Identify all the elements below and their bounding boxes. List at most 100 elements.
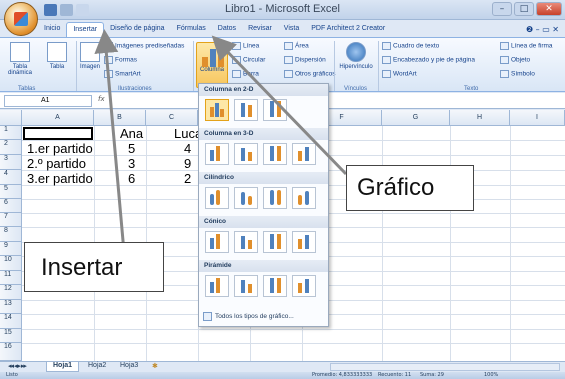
- row-header[interactable]: 4: [0, 170, 22, 185]
- line-chart-button[interactable]: Línea: [232, 42, 259, 50]
- smartart-button[interactable]: SmartArt: [104, 70, 141, 78]
- cell-c3[interactable]: 9: [184, 156, 191, 171]
- stacked-100-column-3d-icon[interactable]: [263, 143, 287, 165]
- stacked-100-cone-icon[interactable]: [263, 231, 287, 253]
- object-button[interactable]: Objeto: [500, 56, 530, 64]
- area-chart-button[interactable]: Área: [284, 42, 309, 50]
- help-icons[interactable]: ❷ – ▭ ✕: [526, 25, 559, 34]
- sheet-tab-hoja2[interactable]: Hoja2: [82, 362, 112, 372]
- tab-formulas[interactable]: Fórmulas: [171, 22, 212, 38]
- tab-inicio[interactable]: Inicio: [38, 22, 66, 38]
- shapes-button[interactable]: Formas: [104, 56, 137, 64]
- stacked-column-icon[interactable]: [234, 99, 258, 121]
- row-header[interactable]: 9: [0, 242, 22, 256]
- bar-chart-button[interactable]: Barra: [232, 70, 259, 78]
- wordart-button[interactable]: WordArt: [382, 70, 417, 78]
- row-header[interactable]: 16: [0, 343, 22, 361]
- insert-sheet-icon[interactable]: ✱: [146, 362, 164, 372]
- other-charts-button[interactable]: Otros gráficos: [284, 70, 335, 78]
- horizontal-scrollbar[interactable]: [330, 363, 560, 371]
- pivot-table-button[interactable]: Tabla dinámica: [6, 42, 34, 76]
- cell-a2[interactable]: 1.er partido: [27, 141, 93, 156]
- callout-grafico: Gráfico: [346, 165, 474, 211]
- close-button[interactable]: ✕: [536, 2, 562, 16]
- table-button[interactable]: Tabla: [44, 42, 70, 70]
- row-header[interactable]: 2: [0, 140, 22, 155]
- column-header[interactable]: G: [382, 110, 450, 126]
- pyramid-3d-icon[interactable]: [292, 275, 316, 297]
- redo-icon[interactable]: [76, 4, 89, 16]
- row-header[interactable]: 13: [0, 300, 22, 314]
- row-header[interactable]: 11: [0, 271, 22, 285]
- stacked-cylinder-icon[interactable]: [234, 187, 258, 209]
- tab-datos[interactable]: Datos: [212, 22, 242, 38]
- tab-revisar[interactable]: Revisar: [242, 22, 278, 38]
- row-header[interactable]: 1: [0, 126, 22, 140]
- all-chart-types-link[interactable]: Todos los tipos de gráfico...: [203, 312, 294, 321]
- stacked-column-3d-icon[interactable]: [234, 143, 258, 165]
- clustered-column-3d-icon[interactable]: [205, 143, 229, 165]
- column-header[interactable]: C: [146, 110, 198, 126]
- office-button[interactable]: [4, 2, 38, 36]
- cylinder-3d-icon[interactable]: [292, 187, 316, 209]
- header-footer-button[interactable]: Encabezado y pie de página: [382, 56, 475, 64]
- maximize-button[interactable]: □: [514, 2, 534, 16]
- clustered-cone-icon[interactable]: [205, 231, 229, 253]
- tab-vista[interactable]: Vista: [278, 22, 305, 38]
- clustered-cylinder-icon[interactable]: [205, 187, 229, 209]
- clipart-button[interactable]: Imágenes prediseñadas: [104, 42, 184, 50]
- column-header[interactable]: A: [22, 110, 94, 126]
- column-3d-icon[interactable]: [292, 143, 316, 165]
- row-header[interactable]: 15: [0, 329, 22, 343]
- fx-icon[interactable]: fx: [98, 95, 120, 107]
- stacked-100-column-icon[interactable]: [263, 99, 287, 121]
- tab-insertar[interactable]: Insertar: [66, 22, 105, 38]
- tab-diseno-pagina[interactable]: Diseño de página: [104, 22, 171, 38]
- row-header[interactable]: 14: [0, 314, 22, 329]
- row-header[interactable]: 10: [0, 256, 22, 271]
- select-all-corner[interactable]: [0, 110, 22, 126]
- cell-b2[interactable]: 5: [128, 141, 135, 156]
- image-button[interactable]: Imagen: [78, 42, 102, 70]
- row-header[interactable]: 12: [0, 285, 22, 300]
- signature-line-button[interactable]: Línea de firma: [500, 42, 553, 50]
- stacked-100-cylinder-icon[interactable]: [263, 187, 287, 209]
- undo-icon[interactable]: [60, 4, 73, 16]
- cell-b1[interactable]: Ana: [120, 126, 143, 141]
- clustered-pyramid-icon[interactable]: [205, 275, 229, 297]
- row-header[interactable]: 6: [0, 199, 22, 213]
- column-chart-button[interactable]: Columna: [196, 42, 228, 88]
- row-header[interactable]: 7: [0, 213, 22, 227]
- sheet-tab-hoja3[interactable]: Hoja3: [114, 362, 144, 372]
- scatter-chart-button[interactable]: Dispersión: [284, 56, 326, 64]
- sheet-tab-hoja1[interactable]: Hoja1: [46, 362, 80, 372]
- cone-3d-icon[interactable]: [292, 231, 316, 253]
- minimize-button[interactable]: –: [492, 2, 512, 16]
- row-header[interactable]: 8: [0, 227, 22, 242]
- sheet-nav-arrows[interactable]: ◂◂ ◂ ▸ ▸▸: [2, 362, 32, 372]
- stacked-100-pyramid-icon[interactable]: [263, 275, 287, 297]
- save-icon[interactable]: [44, 4, 57, 16]
- hyperlink-button[interactable]: Hipervínculo: [338, 42, 374, 70]
- name-box[interactable]: A1: [4, 95, 92, 107]
- pie-chart-button[interactable]: Circular: [232, 56, 265, 64]
- row-header[interactable]: 5: [0, 185, 22, 199]
- stacked-cone-icon[interactable]: [234, 231, 258, 253]
- row-header[interactable]: 3: [0, 155, 22, 170]
- column-header[interactable]: I: [510, 110, 565, 126]
- cell-a3[interactable]: 2.º partido: [27, 156, 86, 171]
- zoom-level[interactable]: 100%: [484, 372, 498, 378]
- column-header[interactable]: H: [450, 110, 510, 126]
- cell-c4[interactable]: 2: [184, 171, 191, 186]
- stacked-pyramid-icon[interactable]: [234, 275, 258, 297]
- cell-b3[interactable]: 3: [128, 156, 135, 171]
- textbox-button[interactable]: Cuadro de texto: [382, 42, 439, 50]
- cell-b4[interactable]: 6: [128, 171, 135, 186]
- active-cell[interactable]: [23, 127, 93, 140]
- cell-a4[interactable]: 3.er partido: [27, 171, 93, 186]
- tab-pdf-architect[interactable]: PDF Architect 2 Creator: [305, 22, 391, 38]
- symbol-button[interactable]: Símbolo: [500, 70, 535, 78]
- clustered-column-icon[interactable]: [205, 99, 229, 121]
- column-header[interactable]: B: [94, 110, 146, 126]
- cell-c2[interactable]: 4: [184, 141, 191, 156]
